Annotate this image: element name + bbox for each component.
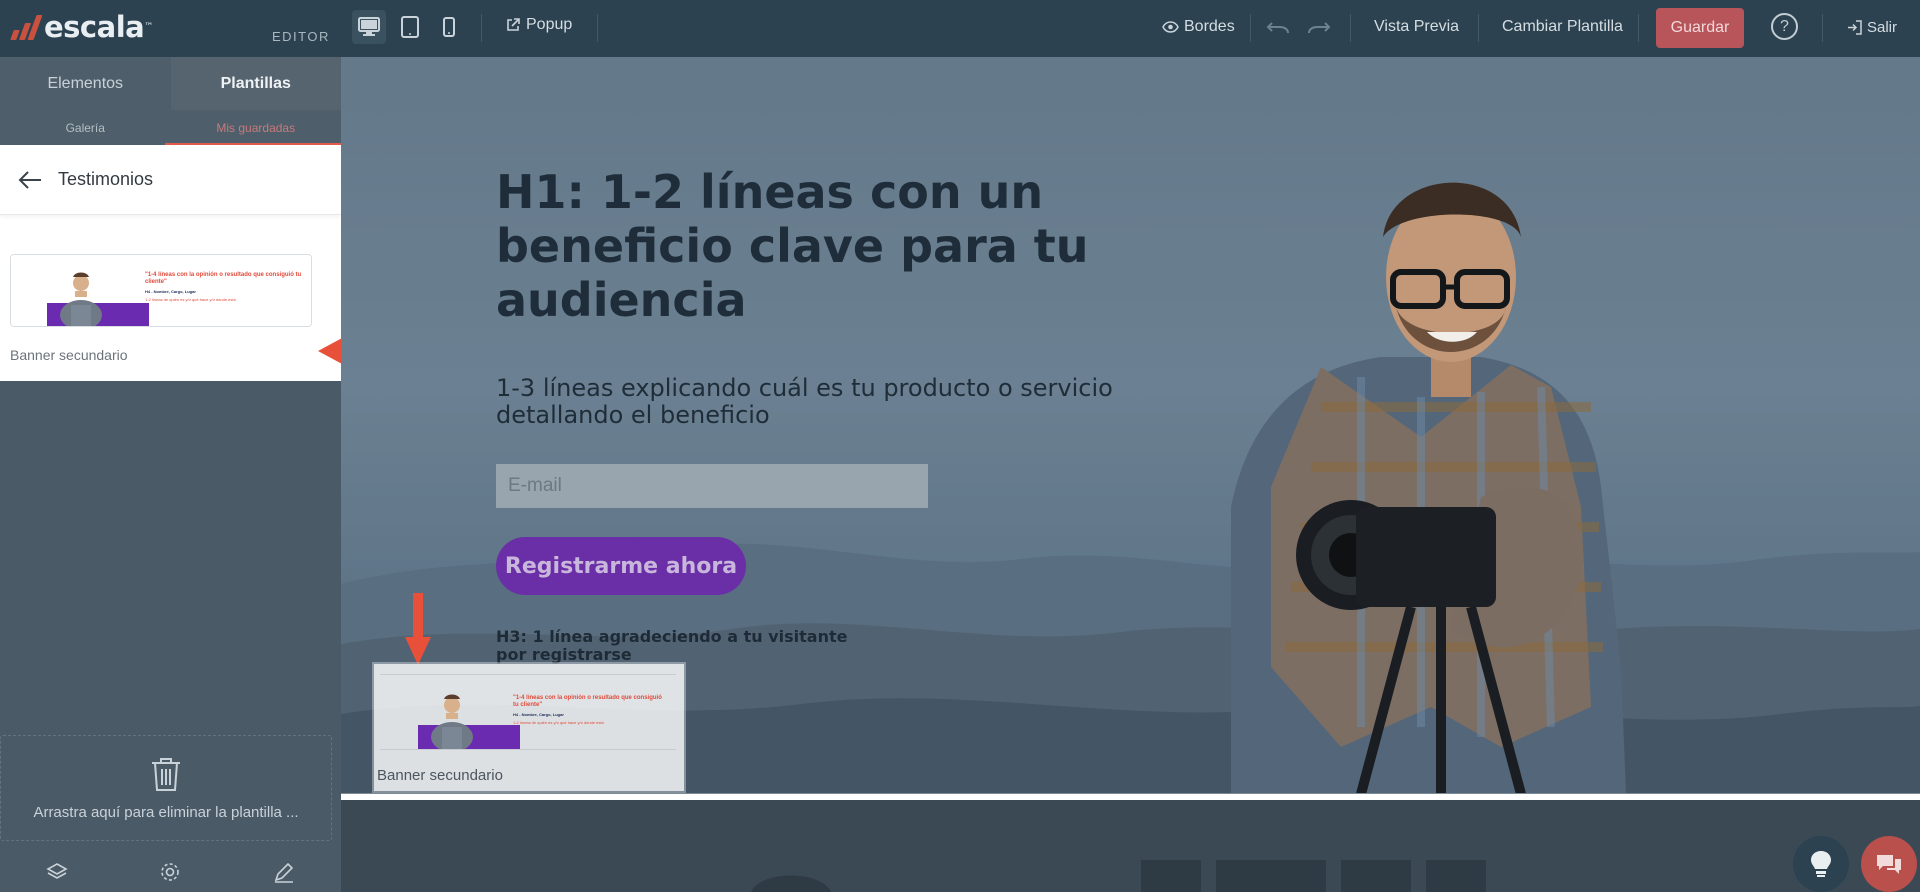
- sidebar: Elementos Plantillas Galería Mis guardad…: [0, 57, 390, 892]
- change-template-button[interactable]: Cambiar Plantilla: [1502, 18, 1623, 36]
- drop-indicator: [341, 793, 1920, 800]
- undo-button[interactable]: [1266, 20, 1290, 34]
- tips-button[interactable]: [1793, 836, 1849, 892]
- delete-dropzone-text: Arrastra aquí para eliminar la plantilla…: [33, 803, 299, 821]
- register-button[interactable]: Registrarme ahora: [496, 537, 746, 595]
- undo-icon: [1266, 22, 1289, 34]
- bordes-toggle[interactable]: Bordes: [1162, 18, 1235, 36]
- trash-icon: [152, 757, 180, 791]
- editor-label: EDITOR: [272, 29, 330, 44]
- lightbulb-icon: [1811, 851, 1831, 877]
- pen-edit-icon[interactable]: [273, 861, 295, 883]
- redo-button[interactable]: [1307, 20, 1331, 34]
- saved-templates-panel: Testimonios "1-4 líneas con la opinión o…: [0, 145, 341, 381]
- tablet-view-button[interactable]: [393, 10, 427, 44]
- ghost-quote: "1-4 líneas con la opinión o resultado q…: [513, 695, 662, 708]
- toolbar-divider: [481, 14, 482, 42]
- popup-label: Popup: [526, 16, 573, 33]
- desktop-view-button[interactable]: [352, 10, 386, 44]
- help-button[interactable]: ?: [1771, 13, 1798, 40]
- panel-title: Testimonios: [58, 169, 154, 189]
- dragged-template-preview[interactable]: "1-4 líneas con la opinión o resultado q…: [374, 664, 684, 791]
- next-section-preview: [751, 860, 1486, 892]
- back-arrow-icon[interactable]: [18, 170, 42, 189]
- popup-button[interactable]: Popup: [505, 16, 572, 34]
- escala-logo[interactable]: escala™: [6, 12, 153, 42]
- toolbar-divider: [1478, 14, 1479, 42]
- thumb-detail: 1-2 líneas de quién es y/o qué hace y/o …: [145, 297, 236, 302]
- exit-icon: [1848, 20, 1862, 35]
- layers-icon[interactable]: [46, 862, 68, 882]
- tablet-icon: [401, 16, 419, 38]
- toolbar-divider: [597, 14, 598, 42]
- chat-button[interactable]: [1861, 836, 1917, 892]
- red-arrow-down-annotation: [405, 593, 431, 665]
- preview-label: Vista Previa: [1374, 18, 1460, 35]
- photographer-image: [1231, 182, 1626, 794]
- bordes-label: Bordes: [1184, 18, 1235, 35]
- hero-heading[interactable]: H1: 1-2 líneas con un beneficio clave pa…: [496, 165, 1116, 327]
- toolbar-divider: [1350, 14, 1351, 42]
- mobile-icon: [443, 17, 455, 37]
- email-input[interactable]: [496, 464, 928, 508]
- sidebar-bottom-toolbar: [0, 852, 341, 892]
- tab-plantillas[interactable]: Plantillas: [170, 57, 341, 110]
- hero-thanks-heading[interactable]: H3: 1 línea agradeciendo a tu visitante …: [496, 628, 876, 664]
- logo-bars-icon: [6, 12, 44, 42]
- logo-trademark: ™: [144, 22, 153, 32]
- subtab-galeria[interactable]: Galería: [0, 110, 171, 145]
- sidebar-tabs: Elementos Plantillas: [0, 57, 341, 110]
- external-link-icon: [507, 18, 520, 31]
- top-toolbar: escala™ EDITOR Popup Bordes Vista Previa…: [0, 0, 1920, 57]
- delete-dropzone[interactable]: Arrastra aquí para eliminar la plantilla…: [0, 735, 332, 841]
- preview-button[interactable]: Vista Previa: [1374, 18, 1459, 36]
- mobile-view-button[interactable]: [432, 10, 466, 44]
- toolbar-divider: [1250, 14, 1251, 42]
- thumb-quote: "1-4 líneas con la opinión o resultado q…: [145, 272, 302, 285]
- template-name: Banner secundario: [10, 347, 128, 363]
- exit-label: Salir: [1867, 19, 1898, 36]
- panel-header: Testimonios: [0, 145, 341, 215]
- eye-icon: [1162, 21, 1179, 33]
- toolbar-divider: [1638, 14, 1639, 42]
- sidebar-subtabs: Galería Mis guardadas: [0, 110, 341, 145]
- subtab-mis-guardadas[interactable]: Mis guardadas: [171, 110, 342, 145]
- redo-icon: [1308, 22, 1331, 34]
- settings-gear-icon[interactable]: [159, 861, 181, 883]
- template-thumbnail[interactable]: "1-4 líneas con la opinión o resultado q…: [10, 254, 312, 327]
- ghost-author: H4 - Nombre, Cargo, Lugar: [513, 712, 564, 717]
- chat-icon: [1877, 855, 1901, 874]
- editor-canvas[interactable]: H1: 1-2 líneas con un beneficio clave pa…: [341, 57, 1920, 892]
- toolbar-divider: [1822, 14, 1823, 42]
- change-template-label: Cambiar Plantilla: [1502, 18, 1623, 35]
- logo-text: escala: [44, 10, 145, 44]
- thumb-author: H4 - Nombre, Cargo, Lugar: [145, 289, 196, 294]
- next-section[interactable]: [341, 800, 1920, 892]
- exit-button[interactable]: Salir: [1847, 19, 1897, 36]
- save-button[interactable]: Guardar: [1656, 8, 1744, 48]
- dragged-template-label: Banner secundario: [377, 767, 503, 784]
- desktop-icon: [358, 17, 380, 36]
- hero-subtitle[interactable]: 1-3 líneas explicando cuál es tu product…: [496, 375, 1136, 429]
- ghost-detail: 1-2 líneas de quién es y/o qué hace y/o …: [513, 720, 604, 725]
- tab-elementos[interactable]: Elementos: [0, 57, 171, 110]
- help-icon: ?: [1780, 17, 1789, 35]
